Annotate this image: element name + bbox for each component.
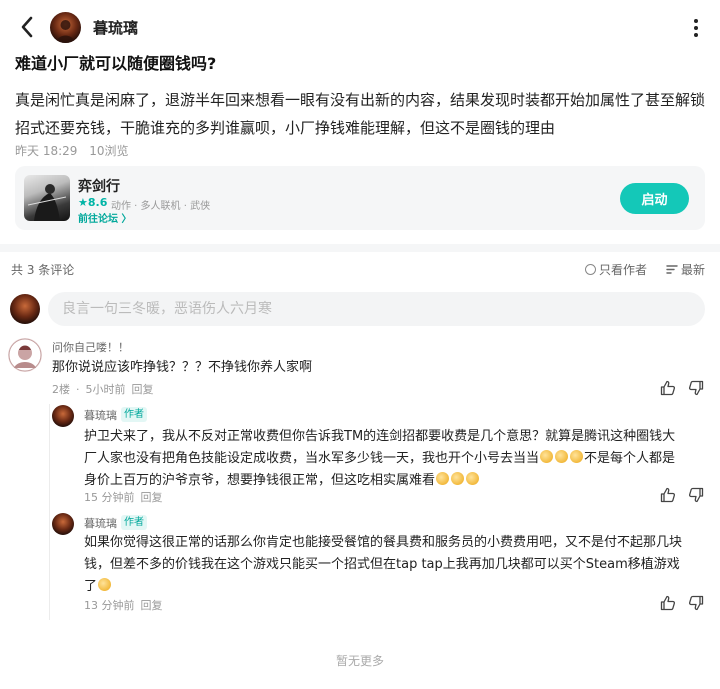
comment-text: 那你说说应该咋挣钱？？？不挣钱你养人家啊 xyxy=(52,360,313,375)
more-options-button[interactable] xyxy=(686,16,706,40)
reply-time: 13 分钟前 xyxy=(84,599,135,612)
emoji-icon xyxy=(570,450,584,463)
comment-input[interactable] xyxy=(48,292,705,326)
sort-latest-label: 最新 xyxy=(681,263,706,277)
reply-text: 如果你觉得这很正常的话那么你肯定也能接受餐馆的餐具费和服务员的小费费用吧，又不是… xyxy=(84,532,709,598)
dot-icon xyxy=(694,26,698,30)
thumbs-down-icon[interactable] xyxy=(688,595,704,611)
commenter-avatar[interactable] xyxy=(8,338,42,372)
game-rating: ★8.6 xyxy=(78,196,108,209)
emoji-icon xyxy=(451,472,465,485)
game-icon xyxy=(24,175,70,221)
reply-text-line: 如果你觉得这很正常的话那么你肯定也能接受餐馆的餐具费和服务员的小费费用吧，又不是… xyxy=(84,535,683,550)
radio-icon xyxy=(585,264,596,275)
thumbs-up-icon[interactable] xyxy=(660,595,676,611)
reply-thread-line xyxy=(49,404,50,620)
thumbs-down-icon[interactable] xyxy=(688,380,704,396)
emoji-icon xyxy=(540,450,554,463)
post-title: 难道小厂就可以随便圈钱吗? xyxy=(15,54,217,73)
thumbs-down-icon[interactable] xyxy=(688,487,704,503)
chevron-left-icon xyxy=(21,16,33,38)
author-name[interactable]: 暮琉璃 xyxy=(93,17,138,38)
thumbs-up-icon[interactable] xyxy=(660,380,676,396)
reply-button[interactable]: 回复 xyxy=(141,599,163,612)
comment-input-row xyxy=(0,290,720,330)
my-avatar xyxy=(10,294,40,324)
reply-meta: 13 分钟前 回复 xyxy=(84,597,169,613)
commenter-name[interactable]: 问你自己喽！！ xyxy=(52,339,129,355)
back-button[interactable] xyxy=(14,14,40,40)
thumbs-up-icon[interactable] xyxy=(660,487,676,503)
top-bar: 暮琉璃 xyxy=(0,0,720,54)
game-name: 弈剑行 xyxy=(78,179,120,195)
emoji-icon xyxy=(436,472,450,485)
no-more-label: 暂无更多 xyxy=(335,654,384,668)
reply-author-name[interactable]: 暮琉璃 xyxy=(84,515,117,531)
comment-floor: 2楼 xyxy=(52,383,70,396)
reply-avatar[interactable] xyxy=(52,405,74,427)
sort-icon xyxy=(666,265,678,274)
reply-button[interactable]: 回复 xyxy=(141,491,163,504)
reply-author-name[interactable]: 暮琉璃 xyxy=(84,407,117,423)
post-views: 10浏览 xyxy=(89,144,129,158)
section-divider xyxy=(0,244,720,252)
only-author-toggle[interactable]: 只看作者 xyxy=(585,261,647,278)
comments-header: 共 3 条评论 只看作者 最新 xyxy=(0,256,720,280)
game-card[interactable]: 弈剑行 ★8.6 动作 · 多人联机 · 武侠 前往论坛 〉 启动 xyxy=(15,166,705,230)
emoji-icon xyxy=(555,450,569,463)
emoji-icon xyxy=(466,472,480,485)
game-forum-link[interactable]: 前往论坛 〉 xyxy=(78,210,131,225)
reply-text-line: 身价上百万的沪爷京爷，想要挣钱很正常，但这吃相实属难看 xyxy=(84,470,709,492)
reply-time: 15 分钟前 xyxy=(84,491,135,504)
emoji-icon xyxy=(98,578,112,591)
reply-text-line: 护卫犬来了，我从不反对正常收费但你告诉我TM的连剑招都要收费是几个意思？就算是腾… xyxy=(84,429,676,444)
author-avatar[interactable] xyxy=(50,12,81,43)
post-time: 昨天 18:29 xyxy=(15,144,78,158)
only-author-label: 只看作者 xyxy=(599,263,648,277)
reply-text: 护卫犬来了，我从不反对正常收费但你告诉我TM的连剑招都要收费是几个意思？就算是腾… xyxy=(84,426,709,492)
sort-latest-button[interactable]: 最新 xyxy=(666,261,705,278)
reply-text-line: 钱，但差不多的价钱我在这个游戏只能买一个招式但在tap tap上我再加几块都可以… xyxy=(84,557,680,572)
reply-meta: 15 分钟前 回复 xyxy=(84,489,169,505)
author-badge: 作者 xyxy=(121,407,147,422)
launch-button[interactable]: 启动 xyxy=(620,183,689,214)
reply-text-line: 厂人家也没有把角色技能设定成收费，当水军多少钱一天，我也开个小号去当当 不是每个人… xyxy=(84,450,676,466)
reply-avatar[interactable] xyxy=(52,513,74,535)
author-badge: 作者 xyxy=(121,515,147,530)
comment-meta: 2楼 · 5小时前 回复 xyxy=(52,383,154,396)
reply-text-line: 了 xyxy=(84,576,709,598)
dot-icon xyxy=(694,19,698,23)
dot-icon xyxy=(694,33,698,37)
post-body: 真是闲忙真是闲麻了，退游半年回来想看一眼有没有出新的内容，结果发现时装都开始加属… xyxy=(15,91,706,137)
comment-count: 共 3 条评论 xyxy=(11,263,75,277)
reply-button[interactable]: 回复 xyxy=(132,383,154,396)
comment-time: 5小时前 xyxy=(85,383,126,396)
post-meta: 昨天 18:29 10浏览 xyxy=(15,142,137,159)
